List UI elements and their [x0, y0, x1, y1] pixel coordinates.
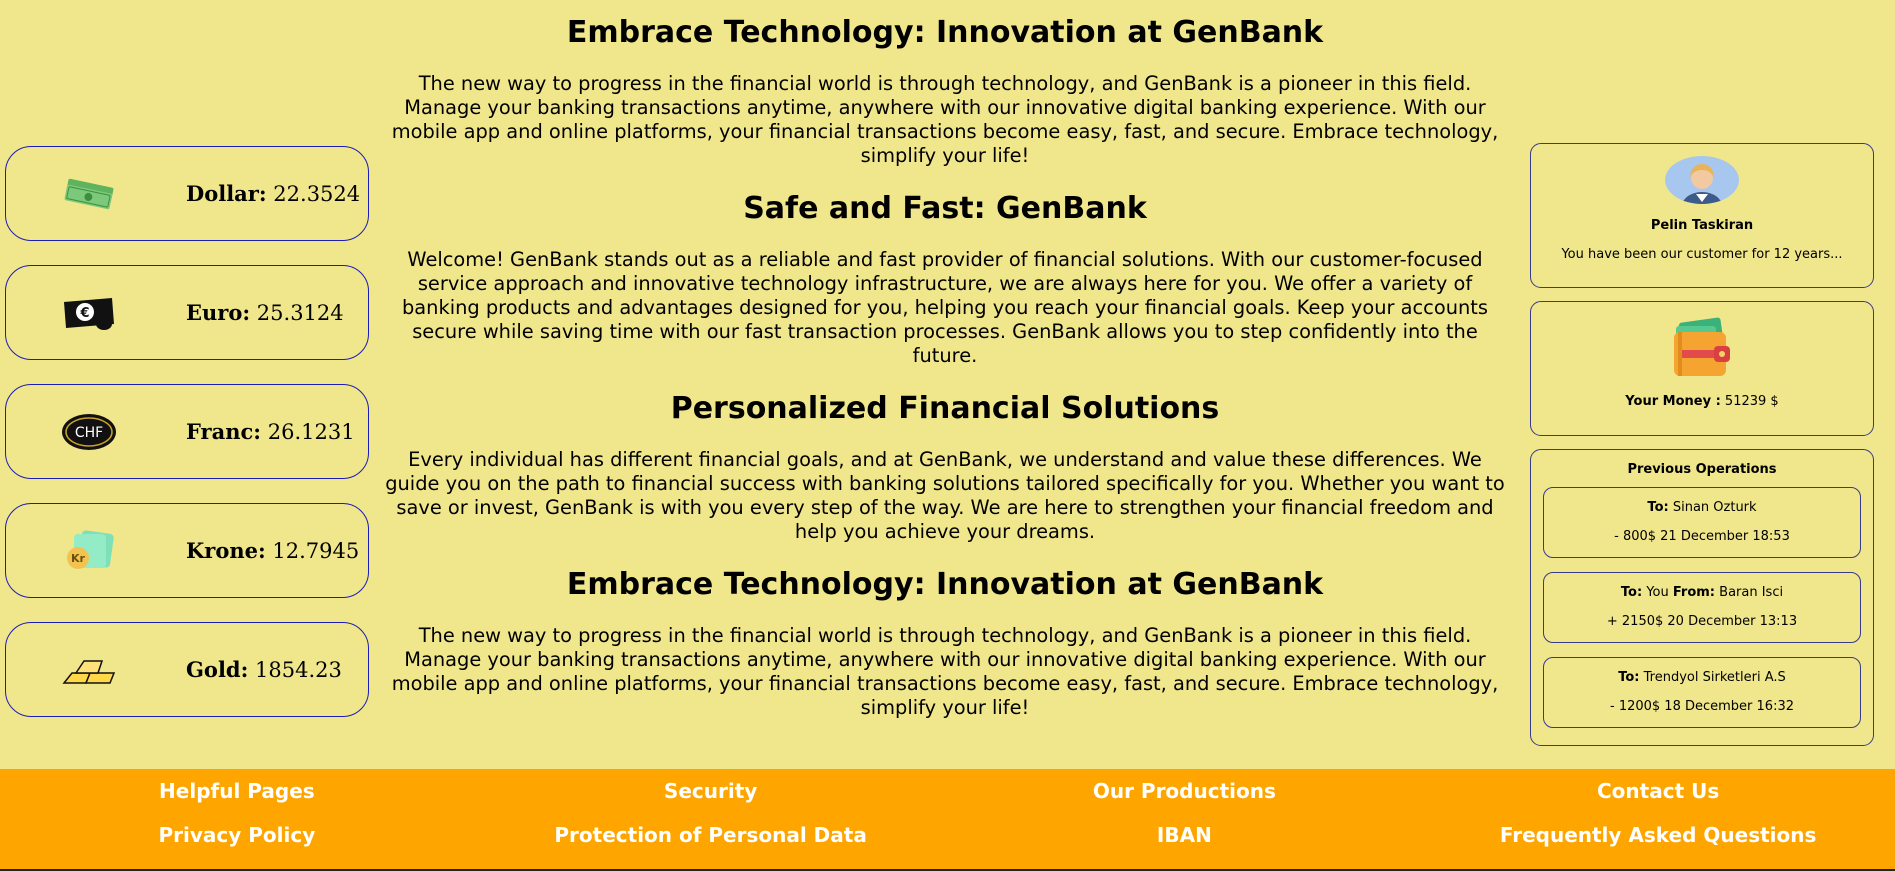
- to-name: Sinan Ozturk: [1672, 500, 1757, 515]
- operation-item[interactable]: To: You From: Baran Isci + 2150$ 20 Dece…: [1543, 572, 1861, 643]
- svg-text:CHF: CHF: [75, 425, 103, 441]
- footer-link-faq[interactable]: Frequently Asked Questions: [1421, 821, 1895, 849]
- profile-card: Pelin Taskiran You have been our custome…: [1530, 143, 1874, 288]
- gold-bars-icon: [59, 648, 119, 692]
- footer-link-helpful-pages[interactable]: Helpful Pages: [0, 777, 474, 805]
- currency-list: Dollar: 22.3524 € Euro: 25.3124 CHF Fran…: [5, 146, 369, 741]
- footer-row: Helpful Pages Security Our Productions C…: [0, 777, 1895, 805]
- footer-link-iban[interactable]: IBAN: [948, 821, 1422, 849]
- footer-row: Privacy Policy Protection of Personal Da…: [0, 821, 1895, 849]
- currency-value: 26.1231: [267, 420, 355, 444]
- content-section: Embrace Technology: Innovation at GenBan…: [375, 566, 1515, 720]
- to-label: To:: [1618, 670, 1640, 685]
- operation-item[interactable]: To: Sinan Ozturk - 800$ 21 December 18:5…: [1543, 487, 1861, 558]
- section-title: Embrace Technology: Innovation at GenBan…: [566, 15, 1324, 50]
- footer-link-contact-us[interactable]: Contact Us: [1421, 777, 1895, 805]
- currency-card-krone: Kr Krone: 12.7945: [5, 503, 369, 598]
- operation-detail: - 800$ 21 December 18:53: [1614, 529, 1790, 544]
- footer-link-personal-data[interactable]: Protection of Personal Data: [474, 821, 948, 849]
- currency-label: Krone:: [186, 538, 266, 563]
- profile-subtitle: You have been our customer for 12 years.…: [1561, 247, 1843, 262]
- to-label: To:: [1620, 585, 1643, 600]
- currency-card-euro: € Euro: 25.3124: [5, 265, 369, 360]
- content-section: Embrace Technology: Innovation at GenBan…: [375, 14, 1515, 168]
- operations-title: Previous Operations: [1627, 462, 1777, 477]
- currency-card-dollar: Dollar: 22.3524: [5, 146, 369, 241]
- krone-money-icon: Kr: [59, 529, 119, 573]
- from-name: Baran Isci: [1719, 585, 1784, 600]
- balance-card: Your Money : 51239 $: [1530, 301, 1874, 436]
- operation-item[interactable]: To: Trendyol Sirketleri A.S - 1200$ 18 D…: [1543, 657, 1861, 728]
- currency-card-gold: Gold: 1854.23: [5, 622, 369, 717]
- footer: Helpful Pages Security Our Productions C…: [0, 769, 1895, 871]
- to-label: To:: [1647, 500, 1669, 515]
- currency-card-franc: CHF Franc: 26.1231: [5, 384, 369, 479]
- section-title: Safe and Fast: GenBank: [743, 191, 1147, 226]
- currency-label: Dollar:: [186, 181, 267, 206]
- operation-detail: + 2150$ 20 December 13:13: [1606, 614, 1798, 629]
- footer-link-privacy-policy[interactable]: Privacy Policy: [0, 821, 474, 849]
- money-stack-icon: [59, 172, 119, 216]
- currency-value: 22.3524: [273, 182, 361, 206]
- content-section: Safe and Fast: GenBank Welcome! GenBank …: [375, 190, 1515, 368]
- currency-label: Franc:: [186, 419, 262, 444]
- avatar: [1665, 156, 1739, 204]
- profile-name: Pelin Taskiran: [1650, 218, 1754, 233]
- section-text: The new way to progress in the financial…: [391, 624, 1499, 719]
- section-text: Welcome! GenBank stands out as a reliabl…: [401, 248, 1488, 367]
- footer-link-security[interactable]: Security: [474, 777, 948, 805]
- balance: Your Money : 51239 $: [1531, 394, 1873, 409]
- svg-text:€: €: [79, 306, 89, 321]
- svg-text:Kr: Kr: [71, 552, 86, 565]
- currency-label: Euro:: [186, 300, 251, 325]
- to-name: You: [1646, 585, 1669, 600]
- previous-operations: Previous Operations To: Sinan Ozturk - 8…: [1530, 449, 1874, 746]
- wallet-icon: [1668, 316, 1736, 380]
- section-title: Embrace Technology: Innovation at GenBan…: [566, 567, 1324, 602]
- content-section: Personalized Financial Solutions Every i…: [375, 390, 1515, 544]
- balance-value: 51239 $: [1724, 394, 1779, 409]
- currency-value: 1854.23: [255, 658, 342, 682]
- main-content: Embrace Technology: Innovation at GenBan…: [375, 14, 1515, 742]
- chf-coin-icon: CHF: [59, 410, 119, 454]
- section-text: The new way to progress in the financial…: [391, 72, 1499, 167]
- section-text: Every individual has different financial…: [385, 448, 1505, 543]
- from-label: From:: [1672, 585, 1716, 600]
- footer-link-our-productions[interactable]: Our Productions: [948, 777, 1422, 805]
- euro-wallet-icon: €: [59, 291, 119, 335]
- balance-label: Your Money :: [1625, 394, 1721, 409]
- currency-value: 12.7945: [272, 539, 360, 563]
- to-name: Trendyol Sirketleri A.S: [1643, 670, 1786, 685]
- section-title: Personalized Financial Solutions: [670, 391, 1220, 426]
- currency-value: 25.3124: [256, 301, 344, 325]
- account-panel: Pelin Taskiran You have been our custome…: [1530, 143, 1874, 759]
- operation-detail: - 1200$ 18 December 16:32: [1610, 699, 1794, 714]
- currency-label: Gold:: [186, 657, 249, 682]
